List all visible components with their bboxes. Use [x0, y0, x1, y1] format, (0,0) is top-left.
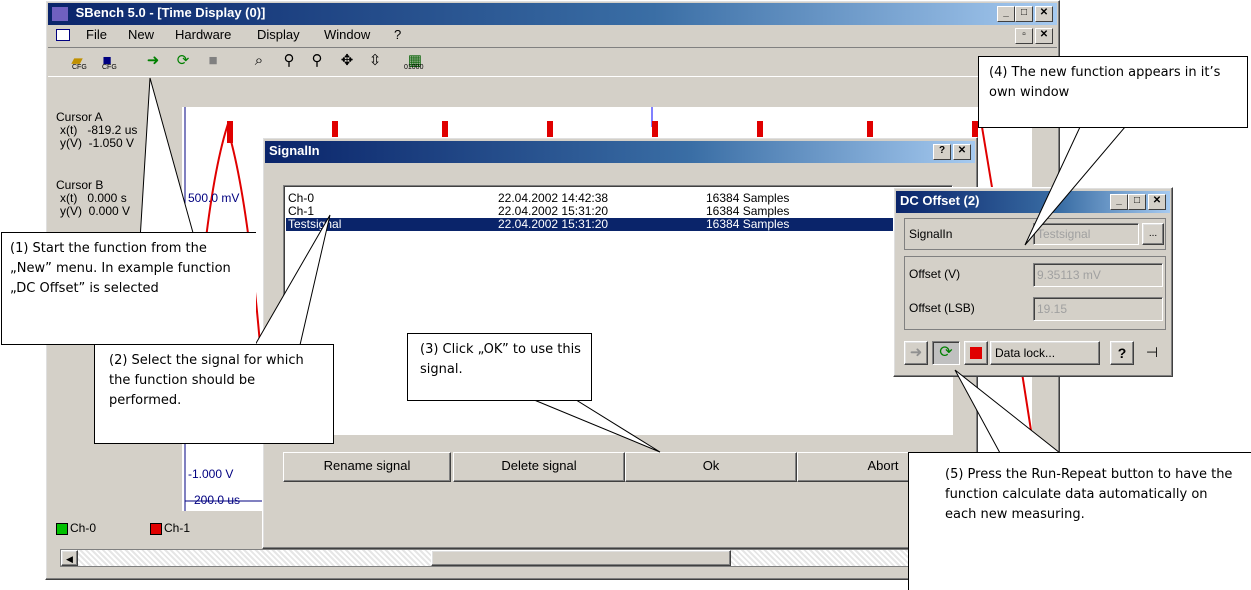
mdi-restore-button[interactable]: ▫	[1015, 28, 1033, 44]
signalin-group: SignalIn Testsignal ...	[904, 218, 1166, 250]
window-title: SBench 5.0 - [Time Display (0)]	[75, 5, 266, 20]
offset-lsb-label: Offset (LSB)	[909, 301, 975, 315]
stop-icon[interactable]: ■	[202, 50, 224, 72]
dc-offset-window: DC Offset (2) _ □ ✕ SignalIn Testsignal …	[893, 187, 1173, 377]
offset-v-label: Offset (V)	[909, 267, 961, 281]
signalin-value-field[interactable]: Testsignal	[1033, 223, 1139, 245]
zoom-out-icon[interactable]: ⚲	[306, 50, 328, 72]
zoom-in-icon[interactable]: ⚲	[278, 50, 300, 72]
callout-2: (2) Select the signal for which the func…	[94, 344, 334, 444]
scroll-thumb[interactable]	[431, 550, 731, 566]
zoom-vertical-icon[interactable]: ⇳	[364, 50, 386, 72]
minimize-button[interactable]: _	[997, 6, 1015, 22]
dc-help-icon[interactable]: ?	[1110, 341, 1134, 365]
cursor-b-y: y(V) 0.000 V	[60, 204, 131, 218]
save-config-icon[interactable]: ■ CFG	[96, 50, 118, 72]
toolbar: ▰ CFG ■ CFG ➜ ⟳ ■ ⌕ ⚲ ⚲ ✥ ⇳ ▦ 01000	[48, 47, 1057, 77]
legend-ch1-swatch	[150, 523, 162, 535]
dc-stop-icon[interactable]	[964, 341, 988, 365]
signal-row[interactable]: Ch-1 22.04.2002 15:31:20 16384 Samples	[286, 205, 950, 218]
callout-1: (1) Start the function from the „New” me…	[1, 232, 256, 345]
callout-4: (4) The new function appears in it’s own…	[978, 56, 1248, 128]
open-config-icon[interactable]: ▰ CFG	[66, 50, 88, 72]
offset-v-field: 9.35113 mV	[1033, 263, 1163, 287]
run-repeat-icon[interactable]: ⟳	[172, 50, 194, 72]
signalin-browse-button[interactable]: ...	[1142, 223, 1164, 245]
signal-list[interactable]: Ch-0 22.04.2002 14:42:38 16384 Samples C…	[283, 185, 953, 435]
y-bottom-label: -1.000 V	[188, 467, 234, 481]
signalin-dialog: SignalIn ? ✕ Ch-0 22.04.2002 14:42:38 16…	[262, 137, 978, 549]
scroll-left-button[interactable]: ◀	[61, 550, 78, 566]
maximize-button[interactable]: □	[1015, 6, 1033, 22]
signalin-titlebar: SignalIn ? ✕	[265, 141, 975, 163]
rename-signal-button[interactable]: Rename signal	[283, 452, 451, 482]
signalin-label: SignalIn	[909, 227, 953, 241]
menu-window[interactable]: Window	[324, 27, 370, 42]
signalin-close-button[interactable]: ✕	[953, 144, 971, 160]
dc-offset-title: DC Offset (2)	[900, 193, 980, 208]
mdi-close-button[interactable]: ✕	[1035, 28, 1053, 44]
main-titlebar: SBench 5.0 - [Time Display (0)] _ □ ✕	[48, 3, 1057, 25]
offset-lsb-field: 19.15	[1033, 297, 1163, 321]
data-lock-button[interactable]: Data lock...	[990, 341, 1100, 365]
zoom-window-icon[interactable]: ⌕	[248, 50, 270, 72]
legend-ch0-label: Ch-0	[70, 521, 97, 535]
signal-row[interactable]: Ch-0 22.04.2002 14:42:38 16384 Samples	[286, 192, 950, 205]
callout-3: (3) Click „OK” to use this signal.	[407, 333, 592, 401]
horizontal-scrollbar[interactable]: ◀	[60, 549, 1050, 567]
signalin-help-button[interactable]: ?	[933, 144, 951, 160]
dc-run-repeat-icon[interactable]: ⟳	[932, 341, 960, 365]
pin-icon[interactable]: ⊣	[1140, 341, 1164, 365]
callout-5: (5) Press the Run-Repeat button to have …	[908, 452, 1251, 590]
dc-offset-titlebar: DC Offset (2) _ □ ✕	[896, 191, 1170, 213]
menu-help[interactable]: ?	[394, 27, 401, 42]
dc-minimize-button[interactable]: _	[1110, 194, 1128, 210]
menu-new[interactable]: New	[128, 27, 154, 42]
mdi-icon[interactable]	[56, 29, 70, 41]
app-icon	[52, 6, 68, 21]
hardware-card-icon[interactable]: ▦ 01000	[404, 50, 426, 72]
x-left-label: -200.0 us	[190, 493, 241, 507]
legend-ch1-label: Ch-1	[164, 521, 191, 535]
legend-ch0-swatch	[56, 523, 68, 535]
offset-group: Offset (V) 9.35113 mV Offset (LSB) 19.15	[904, 256, 1166, 330]
menu-bar: File New Hardware Display Window ? ▫ ✕	[48, 25, 1057, 47]
ok-button[interactable]: Ok	[625, 452, 797, 482]
dc-maximize-button[interactable]: □	[1128, 194, 1146, 210]
dc-close-button[interactable]: ✕	[1148, 194, 1166, 210]
menu-file[interactable]: File	[86, 27, 107, 42]
delete-signal-button[interactable]: Delete signal	[453, 452, 625, 482]
run-icon[interactable]: ➜	[142, 50, 164, 72]
close-button[interactable]: ✕	[1035, 6, 1053, 22]
cursor-a-y: y(V) -1.050 V	[60, 136, 135, 150]
signal-row-selected[interactable]: Testsignal 22.04.2002 15:31:20 16384 Sam…	[286, 218, 950, 231]
signalin-title: SignalIn	[269, 143, 320, 158]
dc-run-icon[interactable]: ➜	[904, 341, 928, 365]
menu-hardware[interactable]: Hardware	[175, 27, 231, 42]
zoom-all-icon[interactable]: ✥	[336, 50, 358, 72]
y-top-label: 500.0 mV	[188, 191, 240, 205]
menu-display[interactable]: Display	[257, 27, 300, 42]
